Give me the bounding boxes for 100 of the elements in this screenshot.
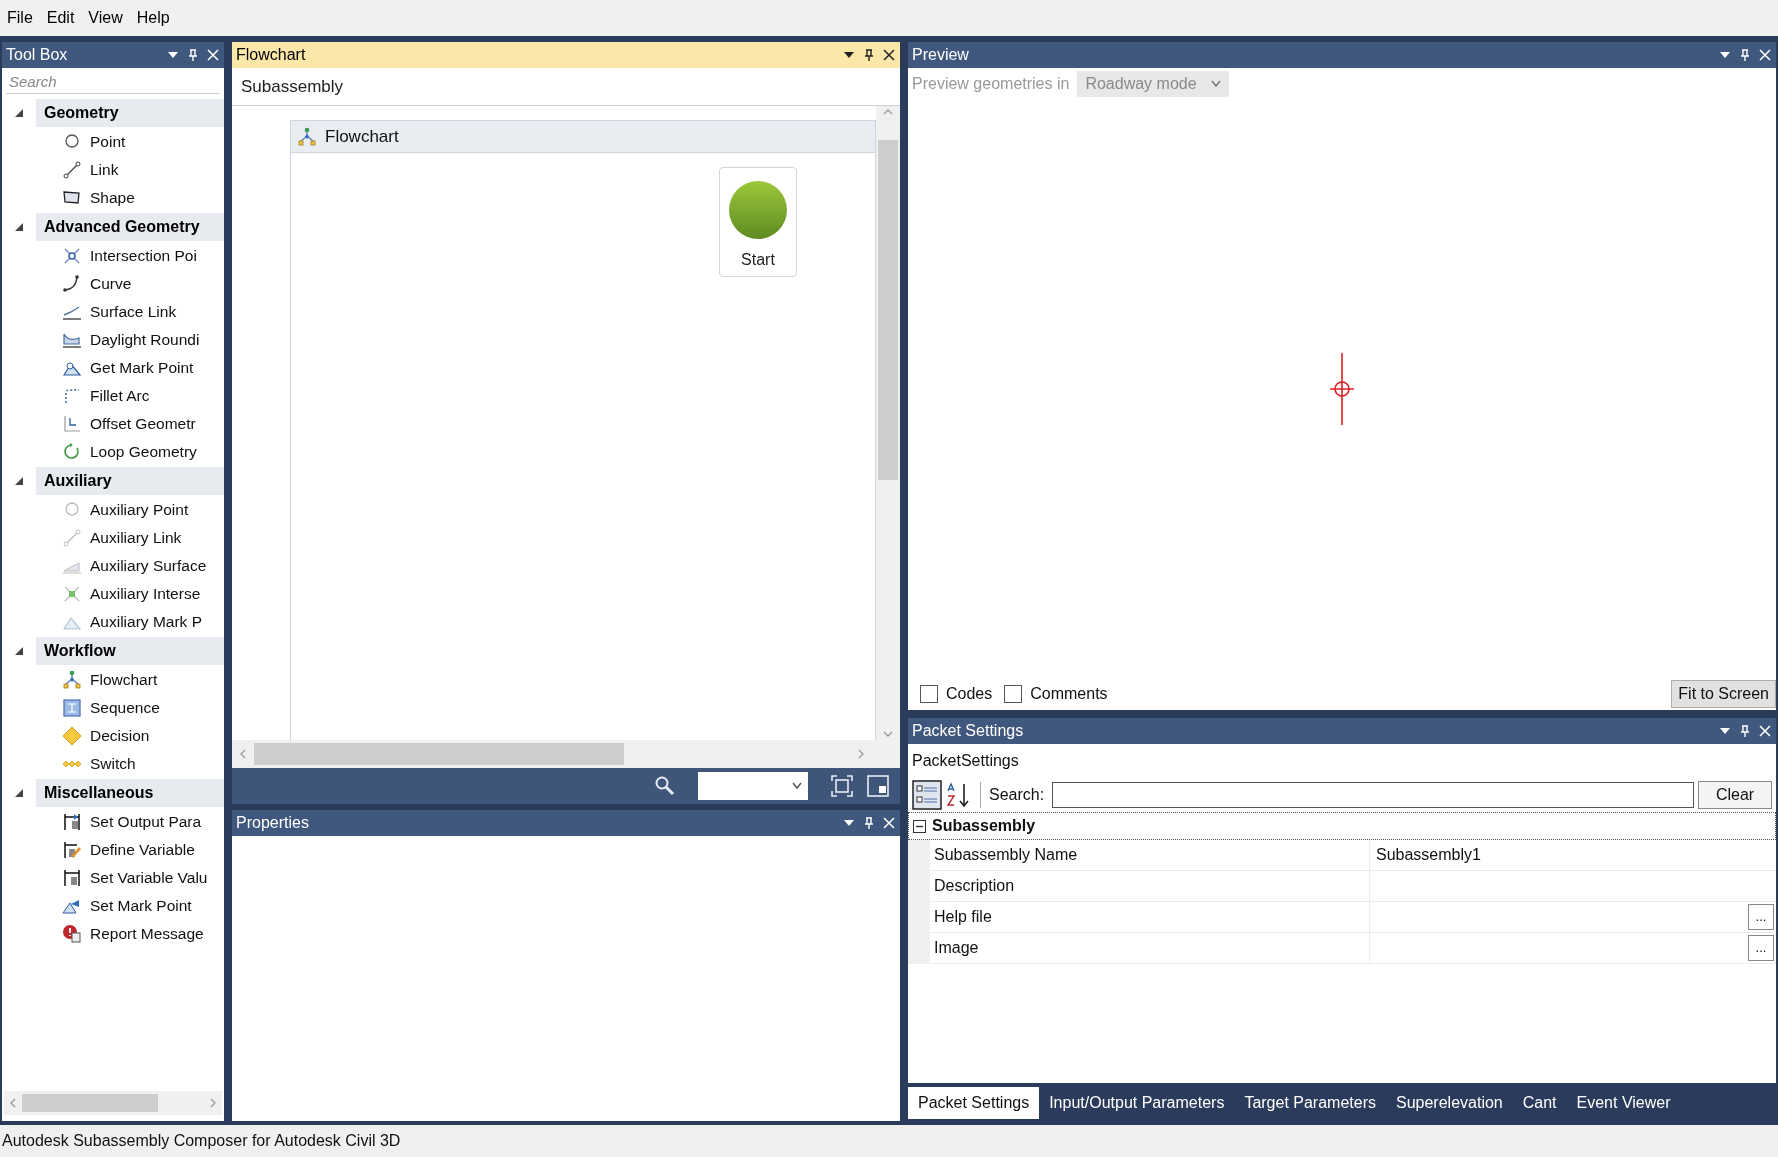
menu-item[interactable]: View (83, 6, 128, 30)
bracket-icon (62, 868, 82, 888)
category-header[interactable]: Workflow (36, 637, 224, 665)
scrollbar-thumb[interactable] (254, 743, 624, 765)
line-icon (62, 528, 82, 548)
diamond-icon (62, 726, 82, 746)
menu-item[interactable]: Edit (41, 6, 80, 30)
tool-item[interactable]: Curve (90, 272, 132, 296)
pin-icon[interactable] (1738, 48, 1752, 62)
cross-icon (62, 246, 82, 266)
category-row[interactable]: Subassembly (908, 812, 1776, 840)
category-header[interactable]: Miscellaneous (36, 779, 224, 807)
tab[interactable]: Cant (1512, 1087, 1567, 1119)
fit-frame-icon[interactable] (830, 774, 854, 798)
search-field[interactable] (1052, 782, 1694, 808)
tool-item[interactable]: Auxiliary Interse (90, 582, 201, 606)
tool-item[interactable]: Link (90, 158, 119, 182)
checkbox[interactable] (1004, 685, 1023, 703)
tab[interactable]: Packet Settings (908, 1087, 1040, 1119)
bracket-icon (62, 812, 82, 832)
tool-item[interactable]: Shape (90, 186, 135, 210)
collapse-triangle-icon[interactable] (14, 476, 24, 486)
browse-button[interactable]: ... (1748, 935, 1774, 961)
value-cell[interactable]: ... (1370, 902, 1776, 933)
tool-item[interactable]: Sequence (90, 696, 160, 720)
tool-item[interactable]: Intersection Poi (90, 244, 197, 268)
category-header[interactable]: Subassembly (932, 814, 1036, 838)
scrollbar-thumb[interactable] (878, 140, 898, 480)
tab[interactable]: Event Viewer (1566, 1087, 1681, 1119)
tool-item[interactable]: Auxiliary Point (90, 498, 189, 522)
tool-item[interactable]: Auxiliary Surface (90, 554, 207, 578)
status-text: Autodesk Subassembly Composer for Autodesk Civil 3D (2, 1131, 401, 1151)
property-name[interactable]: Image (930, 933, 1370, 964)
tool-item[interactable]: Switch (90, 752, 136, 776)
menu-item[interactable]: Help (131, 6, 175, 30)
category-header[interactable]: Geometry (36, 99, 224, 127)
tool-item[interactable]: Set Variable Valu (90, 866, 208, 890)
value-cell[interactable]: Subassembly1 (1370, 840, 1776, 871)
circle-icon (728, 180, 788, 240)
crosshair-icon (1327, 353, 1357, 425)
box-icon (62, 698, 82, 718)
panel-title: Properties (236, 813, 310, 833)
tool-item[interactable]: Surface Link (90, 300, 177, 324)
search-label: Search: (989, 785, 1045, 805)
collapse-icon[interactable] (913, 819, 926, 833)
tab[interactable]: Target Parameters (1234, 1087, 1386, 1119)
tool-item[interactable]: Define Variable (90, 838, 195, 862)
cross-icon (62, 584, 82, 604)
overview-icon[interactable] (866, 774, 890, 798)
pin-icon[interactable] (862, 816, 876, 830)
caret-icon (1210, 80, 1221, 88)
close-icon[interactable] (882, 48, 896, 62)
tool-item[interactable]: Point (90, 130, 126, 154)
scrollbar-thumb[interactable] (22, 1094, 158, 1112)
tool-item[interactable]: Get Mark Point (90, 356, 194, 380)
search-icon[interactable] (654, 775, 676, 797)
categorized-icon[interactable] (912, 780, 942, 810)
tool-item[interactable]: Report Message (90, 922, 204, 946)
flowchart-icon (62, 670, 82, 690)
property-value[interactable]: Subassembly1 (1376, 843, 1481, 867)
menu-item[interactable]: File (2, 6, 38, 30)
mode-label: Preview geometries in (912, 74, 1070, 94)
row-gutter (908, 933, 930, 964)
pin-icon[interactable] (862, 48, 876, 62)
breadcrumb[interactable]: Subassembly (241, 73, 344, 100)
clear-button[interactable]: Clear (1698, 781, 1772, 809)
checkbox-label: Comments (1030, 684, 1108, 704)
category-header[interactable]: Advanced Geometry (36, 213, 224, 241)
tab[interactable]: Input/Output Parameters (1039, 1087, 1235, 1119)
start-node[interactable]: Start (719, 167, 797, 277)
collapse-triangle-icon[interactable] (14, 108, 24, 118)
tool-item[interactable]: Flowchart (90, 668, 158, 692)
property-name[interactable]: Subassembly Name (930, 840, 1370, 871)
property-name[interactable]: Description (930, 871, 1370, 902)
browse-button[interactable]: ... (1748, 904, 1774, 930)
pin-icon[interactable] (1738, 724, 1752, 738)
tool-item[interactable]: Fillet Arc (90, 384, 150, 408)
curve-icon (62, 274, 82, 294)
value-cell[interactable]: ... (1370, 933, 1776, 964)
category-header[interactable]: Auxiliary (36, 467, 224, 495)
alert-icon (62, 924, 82, 944)
tab[interactable]: Superelevation (1386, 1087, 1513, 1119)
fit-to-screen-button[interactable]: Fit to Screen (1671, 680, 1776, 708)
property-name[interactable]: Help file (930, 902, 1370, 933)
tool-item[interactable]: Set Output Para (90, 810, 202, 834)
checkbox[interactable] (920, 685, 938, 703)
collapse-triangle-icon[interactable] (14, 222, 24, 232)
sort-alphabetical-icon[interactable] (946, 781, 972, 809)
tool-item[interactable]: Auxiliary Mark P (90, 610, 202, 634)
caret-icon (792, 782, 802, 790)
row-gutter (908, 840, 930, 871)
tool-item[interactable]: Loop Geometry (90, 440, 197, 464)
tool-item[interactable]: Daylight Roundi (90, 328, 200, 352)
tool-item[interactable]: Auxiliary Link (90, 526, 182, 550)
tool-item[interactable]: Decision (90, 724, 150, 748)
collapse-triangle-icon[interactable] (14, 788, 24, 798)
pin-icon[interactable] (186, 48, 200, 62)
tool-item[interactable]: Set Mark Point (90, 894, 192, 918)
collapse-triangle-icon[interactable] (14, 646, 24, 656)
tool-item[interactable]: Offset Geometr (90, 412, 196, 436)
